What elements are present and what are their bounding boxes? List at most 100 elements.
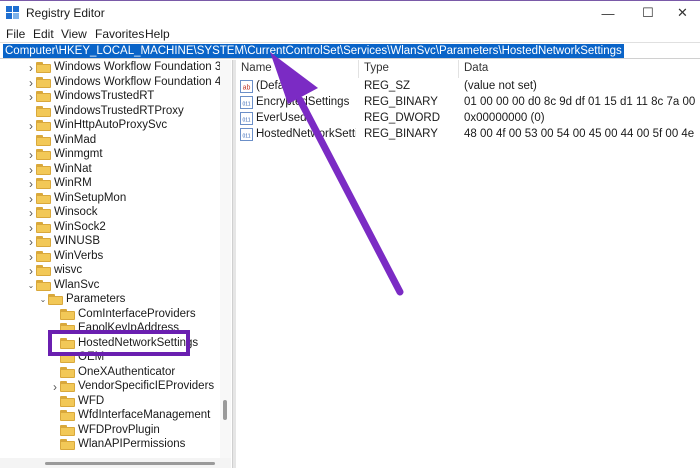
chevron-right-icon[interactable]: ›	[26, 149, 36, 161]
folder-icon	[60, 439, 75, 450]
column-header-type[interactable]: Type	[364, 62, 389, 78]
tree-item-label: WFD	[78, 394, 105, 407]
title-bar: Registry Editor — ☐ ✕	[0, 0, 700, 24]
value-name: EncryptedSettings	[256, 96, 350, 108]
registry-key-tree[interactable]: › Windows Workflow Foundation 3.0.0.0 › Win…	[0, 60, 231, 468]
close-button[interactable]: ✕	[665, 1, 700, 25]
tree-item-label: WINUSB	[54, 235, 100, 247]
chevron-right-icon[interactable]: ›	[26, 236, 36, 248]
tree-item-label: WlanSvc	[54, 278, 100, 291]
folder-icon	[36, 120, 51, 131]
value-icon-glyph: 011	[243, 134, 251, 140]
tree-item-label: VendorSpecificIEProviders	[78, 380, 215, 392]
value-name: HostedNetworkSettings	[256, 128, 356, 140]
column-header-name[interactable]: Name	[241, 62, 272, 78]
registry-values-list[interactable]: Name Type Data ab (Default) REG_SZ (value n…	[236, 60, 700, 468]
maximize-icon: ☐	[642, 5, 654, 20]
value-name: (Default)	[256, 80, 301, 92]
tree-item-label: WFDProvPlugin	[78, 423, 160, 436]
menu-file[interactable]: File	[6, 27, 25, 41]
tree-item-label: OneXAuthenticator	[78, 365, 176, 378]
minimize-icon: —	[601, 5, 615, 21]
folder-icon	[60, 410, 75, 421]
folder-icon	[36, 279, 51, 291]
tree-item-label: WindowsTrustedRT	[54, 90, 155, 102]
chevron-down-icon[interactable]: ⌄	[38, 294, 48, 306]
tree-item-label: Winmgmt	[54, 148, 103, 160]
tree-vertical-scrollbar[interactable]	[220, 60, 231, 458]
column-separator[interactable]	[358, 60, 359, 78]
binary-value-icon: 011	[240, 96, 253, 109]
tree-item-label: WlanAPIPermissions	[78, 438, 186, 450]
chevron-right-icon[interactable]: ›	[26, 77, 36, 89]
chevron-right-icon[interactable]: ›	[26, 222, 36, 234]
folder-icon	[36, 221, 51, 233]
value-row[interactable]: ab (Default) REG_SZ (value not set)	[236, 79, 700, 95]
value-icon-glyph: ab	[243, 85, 251, 92]
chevron-down-icon[interactable]: ⌄	[26, 280, 36, 292]
folder-icon	[36, 149, 51, 160]
folder-icon	[60, 366, 75, 378]
chevron-right-icon[interactable]: ›	[26, 193, 36, 205]
menu-bar: File Edit View Favorites Help	[0, 25, 700, 42]
folder-icon	[36, 192, 51, 204]
binary-value-icon: 011	[240, 128, 253, 141]
column-header-data[interactable]: Data	[464, 62, 488, 78]
value-row[interactable]: 011 EverUsed REG_DWORD 0x00000000 (0)	[236, 111, 700, 127]
tree-item-label: WindowsTrustedRTProxy	[54, 104, 184, 117]
chevron-right-icon[interactable]: ›	[26, 178, 36, 190]
folder-icon	[36, 134, 51, 146]
column-separator[interactable]	[458, 60, 459, 78]
folder-icon	[36, 91, 51, 102]
menu-view[interactable]: View	[61, 27, 87, 41]
window-title: Registry Editor	[26, 6, 105, 20]
value-icon-glyph: 011	[243, 102, 251, 108]
folder-icon	[36, 163, 51, 175]
value-data: 01 00 00 00 d0 8c 9d df 01 15 d1 11 8c 7…	[464, 96, 696, 108]
tree-item-label: Winsock	[54, 206, 98, 218]
tree-item-label: Windows Workflow Foundation 3.0.0.0	[54, 61, 231, 73]
tree-item[interactable]: WlanAPIPermissions	[0, 437, 220, 453]
chevron-right-icon[interactable]: ›	[26, 120, 36, 132]
chevron-right-icon[interactable]: ›	[26, 207, 36, 219]
tree-item-label: WfdInterfaceManagement	[78, 409, 211, 421]
address-bar[interactable]: Computer\HKEY_LOCAL_MACHINE\SYSTEM\Curre…	[0, 42, 700, 59]
tree-item-label: WinHttpAutoProxySvc	[54, 119, 168, 131]
registry-editor-app-icon	[6, 6, 19, 19]
tree-item-label: WinNat	[54, 162, 92, 175]
value-row[interactable]: 011 EncryptedSettings REG_BINARY 01 00 00 0…	[236, 95, 700, 111]
chevron-right-icon[interactable]: ›	[26, 265, 36, 277]
chevron-right-icon[interactable]: ›	[26, 251, 36, 263]
chevron-right-icon[interactable]: ›	[26, 164, 36, 176]
menu-edit[interactable]: Edit	[33, 27, 54, 41]
value-data: 48 00 4f 00 53 00 54 00 45 00 44 00 5f 0…	[464, 128, 696, 140]
tree-item-label: WinSetupMon	[54, 191, 127, 204]
value-data: 0x00000000 (0)	[464, 112, 545, 124]
highlight-annotation-box	[48, 330, 190, 356]
value-type: REG_DWORD	[364, 112, 441, 124]
tree-item-label: WinSock2	[54, 220, 106, 233]
value-icon-glyph: 011	[243, 118, 251, 124]
value-row[interactable]: 011 HostedNetworkSettings REG_BINARY 48 00 …	[236, 127, 700, 143]
folder-icon	[36, 265, 51, 276]
value-type: REG_SZ	[364, 80, 411, 92]
tree-horizontal-scroll-thumb[interactable]	[45, 462, 215, 465]
address-path[interactable]: Computer\HKEY_LOCAL_MACHINE\SYSTEM\Curre…	[3, 44, 624, 58]
chevron-right-icon[interactable]: ›	[50, 381, 60, 393]
folder-icon	[36, 236, 51, 247]
folder-icon	[36, 178, 51, 189]
tree-vertical-scroll-thumb[interactable]	[223, 400, 227, 420]
menu-favorites[interactable]: Favorites	[95, 27, 144, 41]
value-data: (value not set)	[464, 80, 537, 92]
tree-item-label: WinRM	[54, 177, 92, 189]
value-type: REG_BINARY	[364, 128, 438, 140]
folder-icon	[36, 250, 51, 262]
menu-help[interactable]: Help	[145, 27, 170, 41]
tree-item-label: WinVerbs	[54, 249, 104, 262]
folder-icon	[36, 207, 51, 218]
chevron-right-icon[interactable]: ›	[26, 91, 36, 103]
tree-item-label: Windows Workflow Foundation 4.0.0.0	[54, 75, 231, 88]
folder-icon	[36, 76, 51, 88]
chevron-right-icon[interactable]: ›	[26, 62, 36, 74]
tree-item-label: Parameters	[66, 293, 126, 305]
